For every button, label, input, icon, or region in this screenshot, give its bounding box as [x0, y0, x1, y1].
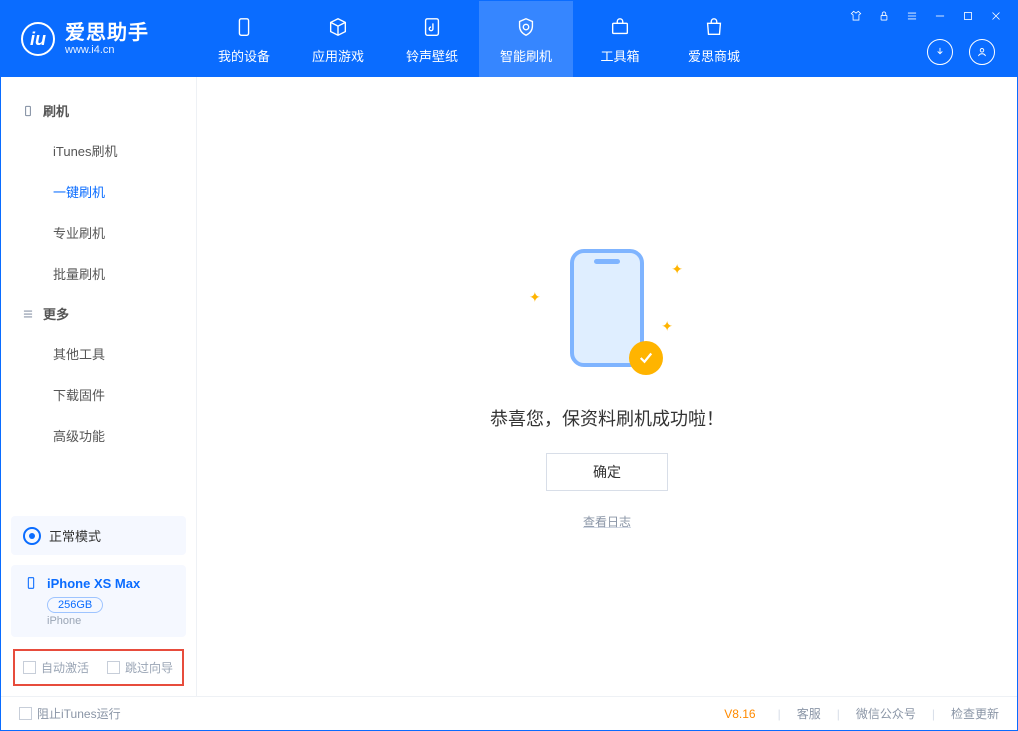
footer-link-wechat[interactable]: 微信公众号: [856, 705, 916, 722]
titlebar: iu 爱思助手 www.i4.cn 我的设备 应用游戏 铃声壁纸 智能刷机: [1, 1, 1017, 77]
refresh-shield-icon: [513, 14, 539, 40]
account-button[interactable]: [969, 39, 995, 65]
sidebar-item-pro-flash[interactable]: 专业刷机: [1, 212, 196, 253]
tab-label: 应用游戏: [312, 46, 364, 65]
checkbox-icon: [19, 707, 32, 720]
sparkle-icon: ✦: [529, 289, 541, 306]
tab-label: 铃声壁纸: [406, 46, 458, 65]
tab-apps-games[interactable]: 应用游戏: [291, 1, 385, 77]
brand-block: iu 爱思助手 www.i4.cn: [1, 1, 197, 77]
header-right-buttons: [927, 39, 995, 65]
close-icon[interactable]: [989, 9, 1003, 23]
sidebar-group-more[interactable]: 更多: [1, 294, 196, 333]
checkbox-skip-guide[interactable]: 跳过向导: [107, 659, 173, 676]
ok-button[interactable]: 确定: [546, 453, 668, 491]
music-file-icon: [419, 14, 445, 40]
phone-icon: [231, 14, 257, 40]
mode-status-card[interactable]: 正常模式: [11, 516, 186, 555]
sidebar-group-label: 更多: [43, 304, 69, 323]
sparkle-icon: ✦: [671, 261, 683, 278]
download-button[interactable]: [927, 39, 953, 65]
mode-status-label: 正常模式: [49, 526, 101, 545]
status-dot-icon: [23, 527, 41, 545]
device-card[interactable]: iPhone XS Max 256GB iPhone: [11, 565, 186, 637]
sidebar-group-label: 刷机: [43, 101, 69, 120]
view-log-link[interactable]: 查看日志: [583, 513, 631, 530]
footer-link-update[interactable]: 检查更新: [951, 705, 999, 722]
sidebar-item-itunes-flash[interactable]: iTunes刷机: [1, 130, 196, 171]
maximize-icon[interactable]: [961, 9, 975, 23]
shopping-bag-icon: [701, 14, 727, 40]
sidebar-item-oneclick-flash[interactable]: 一键刷机: [1, 171, 196, 212]
success-illustration: ✦ ✦ ✦: [517, 243, 697, 383]
main-tabs: 我的设备 应用游戏 铃声壁纸 智能刷机 工具箱 爱思商城: [197, 1, 761, 77]
toolbox-icon: [607, 14, 633, 40]
checkbox-icon: [107, 661, 120, 674]
phone-small-icon: [23, 575, 39, 591]
menu-icon[interactable]: [905, 9, 919, 23]
sidebar-item-advanced[interactable]: 高级功能: [1, 415, 196, 456]
sidebar-item-batch-flash[interactable]: 批量刷机: [1, 253, 196, 294]
minimize-icon[interactable]: [933, 9, 947, 23]
footer-bar: 阻止iTunes运行 V8.16 | 客服 | 微信公众号 | 检查更新: [1, 696, 1017, 730]
tab-smart-flash[interactable]: 智能刷机: [479, 1, 573, 77]
main-pane: ✦ ✦ ✦ 恭喜您，保资料刷机成功啦！ 确定 查看日志: [197, 77, 1017, 696]
tab-ringtones-wallpapers[interactable]: 铃声壁纸: [385, 1, 479, 77]
check-badge-icon: [629, 341, 663, 375]
tab-label: 智能刷机: [500, 46, 552, 65]
brand-title: 爱思助手: [65, 22, 149, 44]
body: 刷机 iTunes刷机 一键刷机 专业刷机 批量刷机 更多 其他工具 下载固件 …: [1, 77, 1017, 696]
sidebar-item-download-firmware[interactable]: 下载固件: [1, 374, 196, 415]
device-small-icon: [21, 104, 35, 118]
shirt-icon[interactable]: [849, 9, 863, 23]
sparkle-icon: ✦: [661, 318, 673, 335]
flash-options-row: 自动激活 跳过向导: [13, 649, 184, 686]
sidebar: 刷机 iTunes刷机 一键刷机 专业刷机 批量刷机 更多 其他工具 下载固件 …: [1, 77, 197, 696]
tab-my-device[interactable]: 我的设备: [197, 1, 291, 77]
brand-subtitle: www.i4.cn: [65, 44, 149, 56]
tab-label: 爱思商城: [688, 46, 740, 65]
list-icon: [21, 307, 35, 321]
window-controls: [849, 9, 1003, 23]
cube-icon: [325, 14, 351, 40]
app-window: iu 爱思助手 www.i4.cn 我的设备 应用游戏 铃声壁纸 智能刷机: [0, 0, 1018, 731]
tab-toolbox[interactable]: 工具箱: [573, 1, 667, 77]
sidebar-group-flash[interactable]: 刷机: [1, 91, 196, 130]
tab-label: 我的设备: [218, 46, 270, 65]
device-capacity-badge: 256GB: [47, 597, 103, 613]
device-name: iPhone XS Max: [47, 576, 140, 591]
sidebar-item-other-tools[interactable]: 其他工具: [1, 333, 196, 374]
version-label: V8.16: [724, 707, 755, 721]
checkbox-icon: [23, 661, 36, 674]
device-type-label: iPhone: [47, 615, 174, 627]
brand-logo-icon: iu: [21, 22, 55, 56]
tab-label: 工具箱: [600, 46, 639, 65]
success-message: 恭喜您，保资料刷机成功啦！: [490, 405, 724, 431]
tab-store[interactable]: 爱思商城: [667, 1, 761, 77]
footer-link-support[interactable]: 客服: [797, 705, 821, 722]
lock-icon[interactable]: [877, 9, 891, 23]
checkbox-block-itunes[interactable]: 阻止iTunes运行: [19, 705, 121, 722]
checkbox-auto-activate[interactable]: 自动激活: [23, 659, 89, 676]
